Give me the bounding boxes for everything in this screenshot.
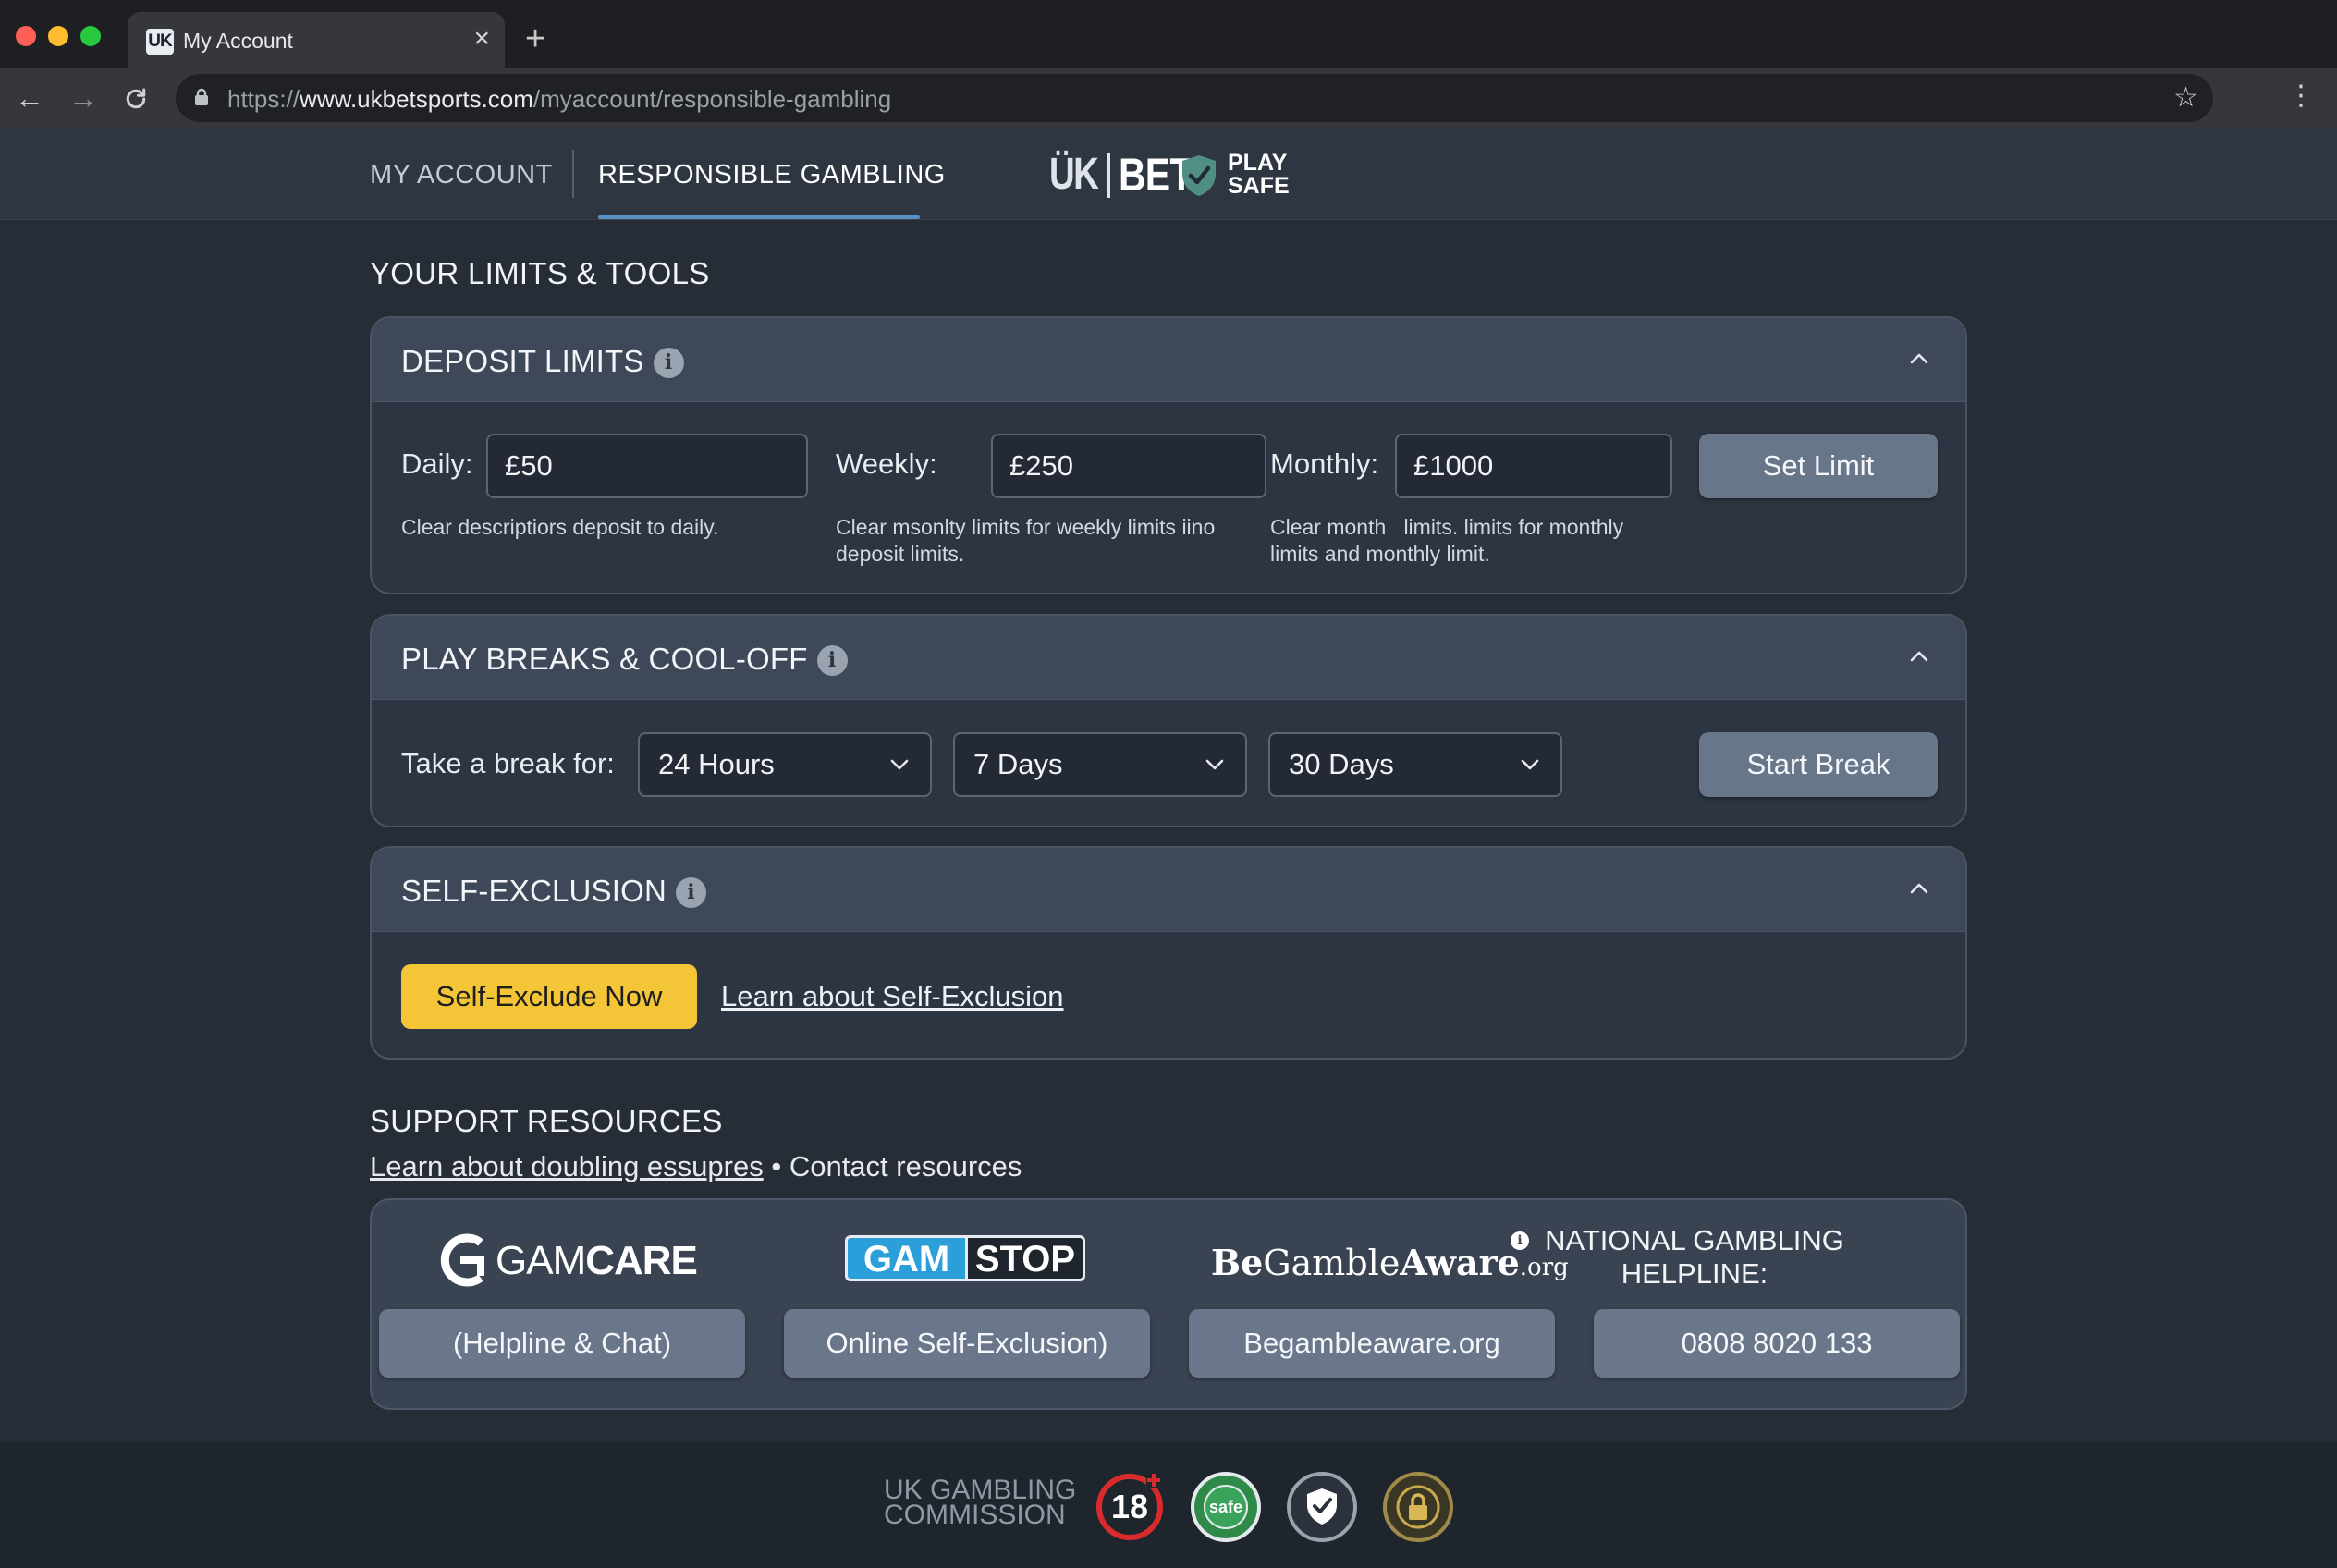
self-exclude-now-button[interactable]: Self-Exclude Now [401, 964, 697, 1029]
begambleaware-logo: BeGambleAware.org i [1211, 1231, 1569, 1283]
info-icon[interactable]: i [676, 877, 707, 908]
bookmark-star-icon[interactable]: ☆ [2173, 81, 2198, 115]
address-bar[interactable]: https://www.ukbetsports.com/myaccount/re… [176, 74, 2213, 122]
break-30-days-select[interactable]: 30 Days [1268, 732, 1562, 797]
maximize-window-button[interactable] [80, 26, 101, 46]
monthly-label: Monthly: [1270, 447, 1379, 480]
url-text: https://www.ukbetsports.com/myaccount/re… [227, 85, 892, 113]
self-exclusion-title: SELF-EXCLUSION [401, 874, 667, 908]
tab-title: My Account [183, 29, 293, 53]
start-break-button[interactable]: Start Break [1699, 732, 1938, 797]
break-7-days-select[interactable]: 7 Days [953, 732, 1247, 797]
support-resources-card: GAMCARE GAM STOP BeGambleAware.org i NAT… [370, 1198, 1967, 1410]
browser-menu-icon[interactable]: ⋮ [2287, 78, 2315, 115]
active-nav-indicator [598, 215, 920, 219]
uk-gambling-commission-logo[interactable]: UK GAMBLING COMMISSION [884, 1476, 1076, 1529]
gamcare-helpline-button[interactable]: (Helpline & Chat) [379, 1309, 745, 1378]
site-favicon-icon: UK [146, 29, 174, 55]
chevron-down-icon [1521, 759, 1539, 770]
padlock-secure-badge[interactable] [1383, 1472, 1453, 1542]
close-window-button[interactable] [16, 26, 36, 46]
deposit-limits-card: DEPOSIT LIMITS i Daily: £50 Clear descrip… [370, 316, 1967, 594]
self-exclusion-header[interactable]: SELF-EXCLUSION i [372, 848, 1965, 932]
weekly-limit-input[interactable]: £250 [991, 434, 1266, 498]
chevron-up-icon[interactable] [1910, 349, 1928, 368]
chevron-down-icon [890, 759, 909, 770]
set-limit-button[interactable]: Set Limit [1699, 434, 1938, 498]
break-label: Take a break for: [401, 747, 615, 779]
weekly-label: Weekly: [836, 447, 937, 480]
break-24-hours-select[interactable]: 24 Hours [638, 732, 932, 797]
helpline-phone-button[interactable]: 0808 8020 133 [1594, 1309, 1960, 1378]
gamcare-g-icon [440, 1233, 484, 1287]
daily-description: Clear descriptiors deposit to daily. [401, 515, 719, 539]
site-header: MY ACCOUNT RESPONSIBLE GAMBLING ÜK BET P… [0, 128, 2337, 220]
site-footer: UK GAMBLING COMMISSION 18 safe [0, 1442, 2337, 1568]
gambling-safe-badge[interactable]: safe [1191, 1472, 1261, 1542]
browser-tab[interactable]: UK My Account × [128, 12, 505, 68]
weekly-description: Clear msonlty limits for weekly limits i… [836, 515, 1216, 566]
info-icon: i [1511, 1231, 1529, 1250]
shield-check-icon [1182, 155, 1216, 196]
nav-divider [572, 150, 574, 198]
shield-check-icon [1307, 1488, 1337, 1525]
chevron-up-icon[interactable] [1910, 879, 1928, 898]
forward-icon[interactable]: → [68, 80, 98, 116]
info-icon[interactable]: i [653, 348, 684, 378]
deposit-limits-title: DEPOSIT LIMITS [401, 344, 644, 378]
close-tab-icon[interactable]: × [473, 25, 490, 53]
daily-limit-input[interactable]: £50 [486, 434, 808, 498]
chevron-up-icon[interactable] [1910, 647, 1928, 666]
daily-label: Daily: [401, 447, 473, 480]
national-helpline-heading: NATIONAL GAMBLING HELPLINE: [1545, 1224, 1844, 1290]
deposit-limits-header[interactable]: DEPOSIT LIMITS i [372, 318, 1965, 402]
new-tab-icon[interactable]: + [525, 20, 545, 57]
learn-self-exclusion-link[interactable]: Learn about Self-Exclusion [721, 980, 1064, 1013]
support-learn-link[interactable]: Learn about doubling essupres [370, 1150, 764, 1182]
reload-icon[interactable] [122, 80, 150, 121]
lock-icon [195, 88, 208, 105]
monthly-limit-input[interactable]: £1000 [1395, 434, 1672, 498]
back-icon[interactable]: ← [15, 80, 44, 116]
play-breaks-title: PLAY BREAKS & COOL-OFF [401, 642, 808, 676]
browser-title-bar: UK My Account × + [0, 0, 2337, 68]
support-subline: Learn about doubling essupres • Contact … [370, 1150, 1022, 1182]
minimize-window-button[interactable] [48, 26, 68, 46]
page-title: YOUR LIMITS & TOOLS [370, 256, 710, 290]
monthly-description: Clear month limits. limits for monthly l… [1270, 515, 1630, 566]
play-breaks-card: PLAY BREAKS & COOL-OFF i Take a break for… [370, 614, 1967, 827]
self-exclusion-card: SELF-EXCLUSION i Self-Exclude Now Learn a… [370, 846, 1967, 1060]
nav-responsible-gambling[interactable]: RESPONSIBLE GAMBLING [598, 159, 946, 190]
gamstop-self-exclusion-button[interactable]: Online Self-Exclusion) [784, 1309, 1150, 1378]
play-breaks-header[interactable]: PLAY BREAKS & COOL-OFF i [372, 616, 1965, 700]
support-resources-title: SUPPORT RESOURCES [370, 1104, 723, 1138]
padlock-icon [1396, 1485, 1440, 1529]
info-icon[interactable]: i [816, 645, 848, 676]
18-plus-badge[interactable]: 18 [1095, 1472, 1165, 1542]
contact-resources-text: Contact resources [789, 1150, 1022, 1182]
begambleaware-button[interactable]: Begambleaware.org [1189, 1309, 1555, 1378]
nav-my-account[interactable]: MY ACCOUNT [370, 159, 553, 190]
chevron-down-icon [1205, 759, 1224, 770]
browser-toolbar: ← → https://www.ukbetsports.com/myaccoun… [0, 68, 2337, 128]
safe-gambling-shield-badge[interactable] [1287, 1472, 1357, 1542]
